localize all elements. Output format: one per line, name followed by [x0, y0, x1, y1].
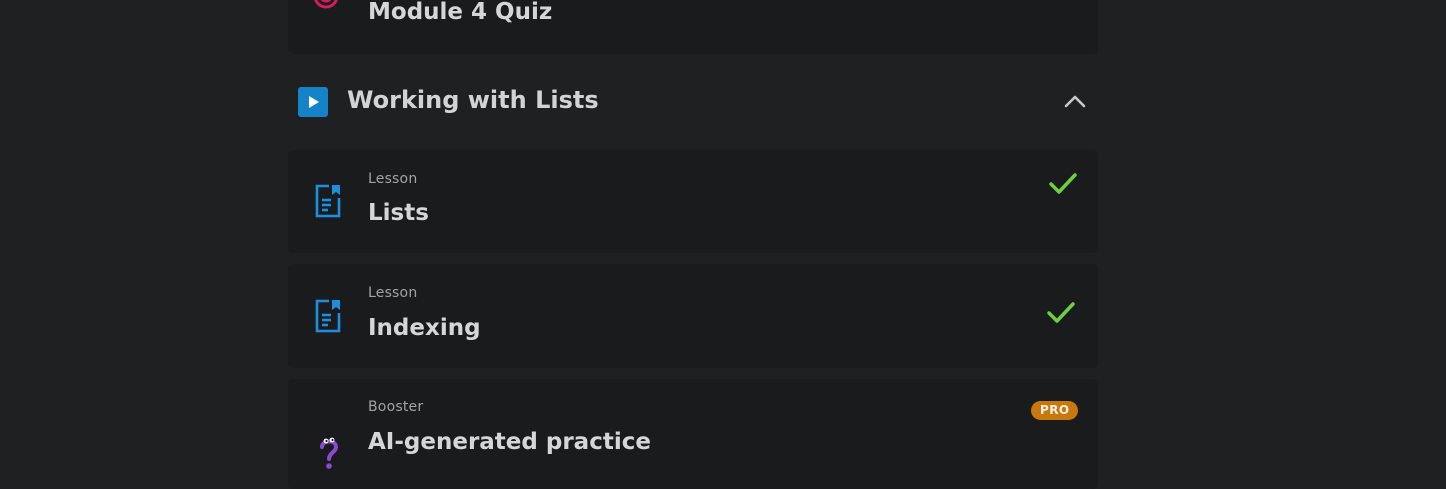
target-icon [314, 0, 338, 9]
quiz-title: Module 4 Quiz [368, 0, 553, 25]
item-kind: Lesson [368, 285, 418, 301]
check-icon [1049, 173, 1077, 194]
item-title: AI-generated practice [368, 429, 651, 455]
play-icon [298, 87, 328, 117]
item-kind: Booster [368, 399, 424, 415]
module-content-list: Module 4 Quiz Working with Lists Lesson … [288, 0, 1098, 489]
document-icon [315, 184, 341, 218]
section-title: Working with Lists [347, 86, 599, 114]
quiz-card[interactable]: Module 4 Quiz [288, 0, 1098, 54]
lesson-card-lists[interactable]: Lesson Lists [288, 150, 1098, 253]
lesson-card-indexing[interactable]: Lesson Indexing [288, 264, 1098, 368]
chevron-up-icon[interactable] [1063, 92, 1087, 110]
section-header-working-with-lists[interactable]: Working with Lists [288, 56, 1098, 148]
pro-badge: PRO [1031, 401, 1079, 420]
item-kind: Lesson [368, 171, 418, 187]
question-mark-icon [320, 437, 339, 469]
check-icon [1047, 302, 1075, 323]
document-icon [315, 299, 341, 333]
item-title: Lists [368, 200, 429, 226]
item-title: Indexing [368, 315, 481, 341]
